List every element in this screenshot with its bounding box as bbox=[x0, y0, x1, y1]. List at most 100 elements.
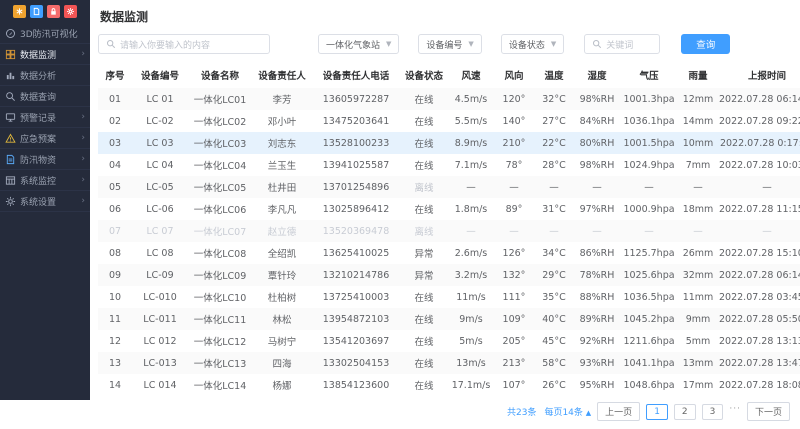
table-cell: 17mm bbox=[678, 374, 718, 396]
sidebar-item-emergency-plan[interactable]: 应急预案› bbox=[0, 128, 90, 149]
table-cell: 1024.9hpa bbox=[620, 154, 678, 176]
table-cell: 12 bbox=[98, 330, 132, 352]
table-cell: 92%RH bbox=[574, 330, 620, 352]
table-row[interactable]: 05LC-05一体化LC05杜井田13701254896离线——————— bbox=[98, 176, 800, 198]
page-size-select[interactable]: 每页14条 ▲ bbox=[544, 405, 591, 418]
asterisk-icon[interactable] bbox=[13, 5, 26, 18]
table-cell: 80%RH bbox=[574, 132, 620, 154]
table-cell: 98%RH bbox=[574, 88, 620, 110]
sidebar-item-system-monitor[interactable]: 系统监控› bbox=[0, 170, 90, 191]
table-cell: 1025.6hpa bbox=[620, 264, 678, 286]
table-row[interactable]: 13LC-013一体化LC13四海13302504153在线13m/s213°5… bbox=[98, 352, 800, 374]
table-row[interactable]: 06LC-06一体化LC06李凡凡13025896412在线1.8m/s89°3… bbox=[98, 198, 800, 220]
table-row[interactable]: 14LC 014一体化LC14杨娜13854123600在线17.1m/s107… bbox=[98, 374, 800, 396]
file-icon[interactable] bbox=[30, 5, 43, 18]
sidebar-item-label: 数据分析 bbox=[20, 69, 56, 82]
query-button[interactable]: 查询 bbox=[681, 34, 730, 54]
page-button-3[interactable]: 3 bbox=[702, 404, 724, 420]
table-cell: 13 bbox=[98, 352, 132, 374]
table-cell: 1045.2hpa bbox=[620, 308, 678, 330]
table-cell: 2022.07.28 13:47:23 bbox=[718, 352, 800, 374]
table-row[interactable]: 11LC-011一体化LC11林松13954872103在线9m/s109°40… bbox=[98, 308, 800, 330]
table-cell: 4.5m/s bbox=[448, 88, 494, 110]
table-cell: 1001.5hpa bbox=[620, 132, 678, 154]
table-cell: 一体化LC10 bbox=[188, 286, 252, 308]
table-row[interactable]: 09LC-09一体化LC09覃针玲13210214786异常3.2m/s132°… bbox=[98, 264, 800, 286]
table-cell: 13475203641 bbox=[312, 110, 400, 132]
sidebar-item-warning-records[interactable]: 预警记录› bbox=[0, 107, 90, 128]
table-cell: — bbox=[678, 176, 718, 198]
sidebar-item-system-settings[interactable]: 系统设置› bbox=[0, 191, 90, 212]
table-row[interactable]: 12LC 012一体化LC12马树宁13541203697在线5m/s205°4… bbox=[98, 330, 800, 352]
next-page-button[interactable]: 下一页 bbox=[747, 402, 790, 421]
table-cell: 2022.07.28 09:22:06 bbox=[718, 110, 800, 132]
table-cell: — bbox=[620, 176, 678, 198]
page-buttons: 123 ··· bbox=[646, 404, 741, 420]
table-cell: 一体化LC09 bbox=[188, 264, 252, 286]
filter-dropdown-1[interactable]: 设备编号▼ bbox=[418, 34, 481, 54]
column-header: 雨量 bbox=[678, 61, 718, 88]
table-cell: 213° bbox=[494, 352, 534, 374]
table-cell: 2022.07.28 15:10:11 bbox=[718, 242, 800, 264]
table-cell: 7.1m/s bbox=[448, 154, 494, 176]
table-row[interactable]: 10LC-010一体化LC10杜柏树13725410003在线11m/s111°… bbox=[98, 286, 800, 308]
table-cell: 13954872103 bbox=[312, 308, 400, 330]
search-input[interactable]: 请输入你要输入的内容 bbox=[98, 34, 270, 54]
table-cell: 李芳 bbox=[252, 88, 312, 110]
table-cell: 2022.07.28 11:15:30 bbox=[718, 198, 800, 220]
table-cell: 2022.07.28 06:14:26 bbox=[718, 264, 800, 286]
table-cell: 2022.07.28 05:50:51 bbox=[718, 308, 800, 330]
compass-icon bbox=[5, 28, 16, 39]
table-cell: 98%RH bbox=[574, 154, 620, 176]
table-row[interactable]: 07LC 07一体化LC07赵立德13520369478离线——————— bbox=[98, 220, 800, 242]
sidebar-item-3d-visual[interactable]: 3D防汛可视化 bbox=[0, 23, 90, 44]
table-cell: LC 04 bbox=[132, 154, 188, 176]
sidebar-item-flood-materials[interactable]: 防汛物资› bbox=[0, 149, 90, 170]
sidebar-item-data-query[interactable]: 数据查询 bbox=[0, 86, 90, 107]
table-row[interactable]: 08LC 08一体化LC08全绍凯13625410025异常2.6m/s126°… bbox=[98, 242, 800, 264]
table-cell: 1036.1hpa bbox=[620, 110, 678, 132]
page-button-2[interactable]: 2 bbox=[674, 404, 696, 420]
document-icon bbox=[5, 154, 16, 165]
table-cell: 7mm bbox=[678, 154, 718, 176]
page-button-1[interactable]: 1 bbox=[646, 404, 668, 420]
gear-white-icon[interactable] bbox=[64, 5, 77, 18]
table-cell: 12mm bbox=[678, 88, 718, 110]
sidebar-item-label: 预警记录 bbox=[20, 111, 56, 124]
table-cell: 95%RH bbox=[574, 374, 620, 396]
status-badge: 离线 bbox=[400, 176, 448, 198]
total-count: 共23条 bbox=[507, 405, 536, 418]
table-cell: 13mm bbox=[678, 352, 718, 374]
table-cell: 一体化LC01 bbox=[188, 88, 252, 110]
table-row[interactable]: 01LC 01一体化LC01李芳13605972287在线4.5m/s120°3… bbox=[98, 88, 800, 110]
table-cell: 89%RH bbox=[574, 308, 620, 330]
lock-icon[interactable] bbox=[47, 5, 60, 18]
table-row[interactable]: 03LC 03一体化LC03刘志东13528100233在线8.9m/s210°… bbox=[98, 132, 800, 154]
table-cell: 32°C bbox=[534, 88, 574, 110]
table-cell: 05 bbox=[98, 176, 132, 198]
sidebar-item-data-analysis[interactable]: 数据分析 bbox=[0, 65, 90, 86]
sidebar-item-label: 数据监测 bbox=[20, 48, 56, 61]
filter-dropdown-2[interactable]: 设备状态▼ bbox=[501, 34, 564, 54]
table-cell: 78° bbox=[494, 154, 534, 176]
table-row[interactable]: 04LC 04一体化LC04兰玉生13941025587在线7.1m/s78°2… bbox=[98, 154, 800, 176]
table-cell: 08 bbox=[98, 242, 132, 264]
filter-dropdown-0[interactable]: 一体化气象站▼ bbox=[318, 34, 399, 54]
table-cell: 2022.07.28 18:08:15 bbox=[718, 374, 800, 396]
table-cell: 09 bbox=[98, 264, 132, 286]
sidebar-item-data-monitor[interactable]: 数据监测› bbox=[0, 44, 90, 65]
more-pages-ellipsis[interactable]: ··· bbox=[729, 404, 741, 420]
prev-page-button[interactable]: 上一页 bbox=[597, 402, 640, 421]
chevron-down-icon: ▼ bbox=[386, 40, 391, 48]
table-row[interactable]: 02LC-02一体化LC02邓小叶13475203641在线5.5m/s140°… bbox=[98, 110, 800, 132]
search-icon bbox=[5, 91, 16, 102]
table-cell: 13528100233 bbox=[312, 132, 400, 154]
table-cell: 2.6m/s bbox=[448, 242, 494, 264]
table-cell: 22°C bbox=[534, 132, 574, 154]
keyword-input[interactable]: 关键词 bbox=[584, 34, 660, 54]
table-header-row: 序号设备编号设备名称设备责任人设备责任人电话设备状态风速风向温度湿度气压雨量上报… bbox=[98, 61, 800, 88]
table-cell: 1041.1hpa bbox=[620, 352, 678, 374]
table-cell: — bbox=[494, 220, 534, 242]
status-badge: 在线 bbox=[400, 352, 448, 374]
table-body: 01LC 01一体化LC01李芳13605972287在线4.5m/s120°3… bbox=[98, 88, 800, 396]
